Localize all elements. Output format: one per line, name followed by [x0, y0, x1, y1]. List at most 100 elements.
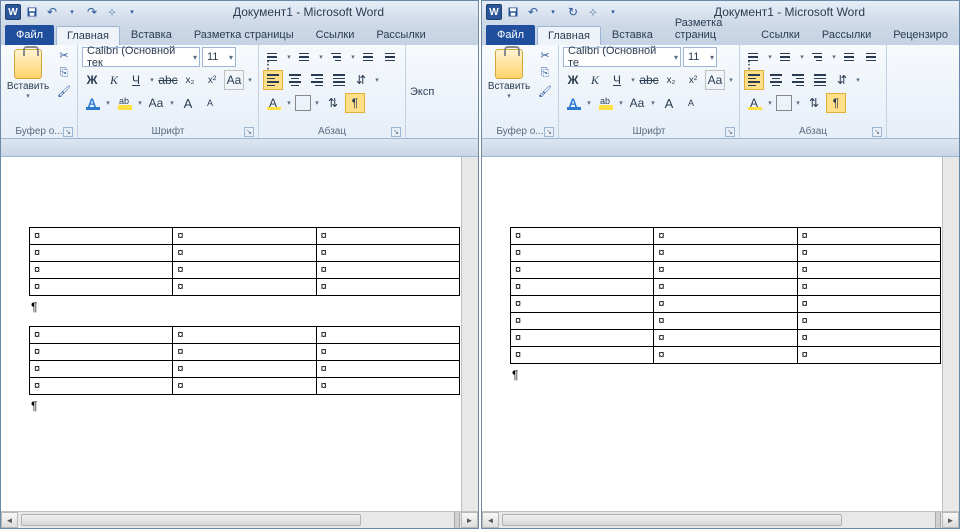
table-cell[interactable]: ¤ [173, 327, 316, 344]
superscript-button[interactable]: x² [683, 70, 703, 90]
text-effects-button[interactable]: Aa [224, 70, 244, 90]
table-cell[interactable]: ¤¤ [797, 245, 940, 262]
borders-button[interactable] [776, 95, 792, 111]
table-cell[interactable]: ¤¤ [797, 228, 940, 245]
format-painter-icon[interactable]: 🖌 [55, 83, 73, 99]
vertical-scrollbar[interactable] [942, 157, 959, 511]
table-cell[interactable]: ¤ [30, 361, 173, 378]
shading-button[interactable]: A [744, 93, 764, 113]
horizontal-scrollbar[interactable]: ◄ ► [1, 511, 478, 528]
table-cell[interactable]: ¤ [654, 262, 797, 279]
table-cell[interactable]: ¤ [173, 262, 316, 279]
shrink-font-button[interactable]: A [681, 93, 701, 113]
tab-home[interactable]: Главная [56, 26, 120, 45]
table-cell[interactable]: ¤ [511, 313, 654, 330]
table-cell[interactable]: ¤ [511, 279, 654, 296]
shading-button[interactable]: A [263, 93, 283, 113]
strike-button[interactable]: abc [158, 70, 178, 90]
decrease-indent-button[interactable] [840, 47, 860, 67]
ruler[interactable] [482, 139, 959, 157]
underline-button[interactable]: Ч [607, 70, 627, 90]
decrease-indent-button[interactable] [359, 47, 379, 67]
change-case-button[interactable]: Aa [146, 93, 166, 113]
undo-icon[interactable]: ↶ [524, 3, 542, 21]
tab-layout[interactable]: Разметка страниц [664, 13, 750, 45]
undo-dropdown-icon[interactable]: ▾ [63, 3, 81, 21]
underline-button[interactable]: Ч [126, 70, 146, 90]
font-size-combo[interactable]: 11 [202, 47, 236, 67]
copy-icon[interactable]: ⎘ [55, 65, 73, 81]
table-row[interactable]: ¤¤¤¤ [511, 296, 941, 313]
table-cell[interactable]: ¤ [30, 378, 173, 395]
table-cell[interactable]: ¤¤ [316, 361, 459, 378]
text-color-styled-button[interactable]: A [82, 93, 102, 113]
font-name-combo[interactable]: Calibri (Основной те [563, 47, 681, 67]
font-size-combo[interactable]: 11 [683, 47, 717, 67]
shrink-font-button[interactable]: A [200, 93, 220, 113]
scroll-right-icon[interactable]: ► [942, 512, 959, 528]
increase-indent-button[interactable] [381, 47, 401, 67]
numbering-button[interactable] [776, 47, 796, 67]
cut-icon[interactable]: ✂ [55, 47, 73, 63]
bold-button[interactable]: Ж [82, 70, 102, 90]
align-center-button[interactable] [766, 70, 786, 90]
numbering-button[interactable] [295, 47, 315, 67]
table-row[interactable]: ¤¤¤¤ [30, 262, 460, 279]
italic-button[interactable]: К [104, 70, 124, 90]
table-cell[interactable]: ¤ [511, 262, 654, 279]
font-name-combo[interactable]: Calibri (Основной тек [82, 47, 200, 67]
qat-more-icon[interactable]: ⊹ [584, 3, 602, 21]
grow-font-button[interactable]: A [659, 93, 679, 113]
table-cell[interactable]: ¤ [654, 330, 797, 347]
qat-customize-icon[interactable]: ▾ [604, 3, 622, 21]
table-row[interactable]: ¤¤¤¤ [30, 279, 460, 296]
highlight-button[interactable] [114, 93, 134, 113]
multilevel-button[interactable] [327, 47, 347, 67]
bullets-button[interactable] [744, 47, 764, 67]
font-launcher-icon[interactable]: ↘ [725, 127, 735, 137]
scroll-left-icon[interactable]: ◄ [482, 512, 499, 528]
sort-button[interactable]: ⇅ [323, 93, 343, 113]
table-cell[interactable]: ¤ [654, 228, 797, 245]
table-cell[interactable]: ¤ [511, 330, 654, 347]
align-center-button[interactable] [285, 70, 305, 90]
table-cell[interactable]: ¤¤ [797, 279, 940, 296]
tab-references[interactable]: Ссылки [750, 25, 811, 45]
table-cell[interactable]: ¤ [511, 347, 654, 364]
undo-dropdown-icon[interactable]: ▾ [544, 3, 562, 21]
table-cell[interactable]: ¤ [654, 245, 797, 262]
table-cell[interactable]: ¤¤ [316, 344, 459, 361]
split-handle[interactable] [935, 512, 941, 528]
table-cell[interactable]: ¤ [173, 245, 316, 262]
tab-mailings[interactable]: Рассылки [365, 25, 436, 45]
subscript-button[interactable]: x₂ [180, 70, 200, 90]
table-cell[interactable]: ¤ [654, 347, 797, 364]
scroll-left-icon[interactable]: ◄ [1, 512, 18, 528]
align-right-button[interactable] [788, 70, 808, 90]
scroll-thumb[interactable] [502, 514, 842, 526]
copy-icon[interactable]: ⎘ [536, 65, 554, 81]
table-row[interactable]: ¤¤¤¤ [30, 327, 460, 344]
tab-file[interactable]: Файл [486, 25, 535, 45]
table-cell[interactable]: ¤ [30, 262, 173, 279]
paste-button[interactable]: Вставить ▾ [5, 47, 51, 102]
show-marks-button[interactable]: ¶ [345, 93, 365, 113]
bold-button[interactable]: Ж [563, 70, 583, 90]
table-cell[interactable]: ¤ [173, 344, 316, 361]
redo-icon[interactable]: ↷ [83, 3, 101, 21]
highlight-button[interactable] [595, 93, 615, 113]
show-marks-button[interactable]: ¶ [826, 93, 846, 113]
table-cell[interactable]: ¤ [511, 245, 654, 262]
grow-font-button[interactable]: A [178, 93, 198, 113]
table-row[interactable]: ¤¤¤¤ [30, 344, 460, 361]
superscript-button[interactable]: x² [202, 70, 222, 90]
table-row[interactable]: ¤¤¤¤ [511, 313, 941, 330]
table-cell[interactable]: ¤ [511, 296, 654, 313]
bullets-button[interactable] [263, 47, 283, 67]
qat-customize-icon[interactable]: ▾ [123, 3, 141, 21]
ruler[interactable] [1, 139, 478, 157]
table-row[interactable]: ¤¤¤¤ [30, 378, 460, 395]
align-left-button[interactable] [744, 70, 764, 90]
text-color-styled-button[interactable]: A [563, 93, 583, 113]
sort-button[interactable]: ⇅ [804, 93, 824, 113]
